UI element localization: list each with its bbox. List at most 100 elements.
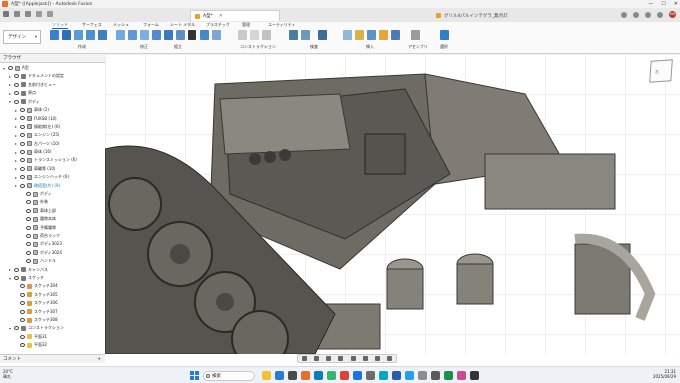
plane-at-angle-icon[interactable] [250, 30, 259, 40]
hole-icon[interactable] [86, 30, 95, 40]
visibility-eye-icon[interactable] [26, 200, 31, 205]
app-icon[interactable] [431, 371, 440, 380]
browser-tree-item[interactable]: ▸ エンジン (25) [0, 131, 59, 139]
visibility-eye-icon[interactable] [20, 343, 25, 348]
visibility-eye-icon[interactable] [26, 192, 31, 196]
browser-tree-item[interactable]: ▸ トランスミッション (6) [0, 156, 77, 164]
app-icon[interactable] [470, 371, 479, 380]
workspace-switcher[interactable]: デザイン ▾ [3, 30, 41, 44]
add-tab-icon[interactable] [621, 11, 627, 18]
measure-icon[interactable] [289, 30, 298, 40]
browser-tree-item[interactable]: ▾ コンストラクション [0, 324, 64, 332]
close-tab-icon[interactable]: ✕ [219, 14, 223, 19]
visibility-eye-icon[interactable] [20, 334, 25, 339]
offset-plane-icon[interactable] [238, 30, 247, 40]
edge-icon[interactable] [275, 371, 284, 380]
visibility-eye-icon[interactable] [20, 292, 25, 297]
browser-tree-item[interactable]: 予備履帯 [0, 224, 56, 232]
browser-tree-item[interactable]: 車体上部 [0, 207, 56, 215]
visibility-eye-icon[interactable] [14, 91, 19, 96]
visibility-eye-icon[interactable] [20, 318, 25, 322]
system-tray-clock[interactable]: 21:31 2025/09/29 [653, 369, 676, 379]
windows-start-icon[interactable] [190, 371, 199, 380]
insert-mcmaster-icon[interactable] [391, 30, 400, 40]
job-status-icon[interactable] [633, 11, 639, 18]
help-icon[interactable] [657, 11, 663, 18]
redo-icon[interactable] [47, 11, 53, 17]
add-comment-icon[interactable]: + [97, 357, 101, 362]
visibility-eye-icon[interactable] [14, 74, 19, 79]
app-icon[interactable] [379, 371, 388, 380]
browser-tree-item[interactable]: ボディ3024 [0, 249, 62, 257]
visibility-eye-icon[interactable] [26, 217, 31, 222]
new-component-icon[interactable] [176, 30, 185, 40]
browser-root[interactable]: ▾ A型 [0, 64, 29, 72]
group-assemble-label[interactable]: 組立 [174, 44, 182, 50]
look-at-icon[interactable] [313, 356, 319, 361]
app-icon[interactable] [366, 371, 375, 380]
grid-menu-icon[interactable] [3, 11, 9, 17]
visibility-eye-icon[interactable] [20, 124, 25, 129]
combine-icon[interactable] [164, 30, 173, 40]
file-explorer-icon[interactable] [262, 371, 271, 380]
visibility-eye-icon[interactable] [26, 234, 31, 238]
joint-icon[interactable] [200, 30, 209, 40]
visibility-eye-icon[interactable] [20, 183, 25, 188]
group-create-label[interactable]: 作成 [78, 44, 86, 50]
group-construct-label[interactable]: コンストラクション [240, 44, 276, 50]
browser-tree-item[interactable]: ▸ エンジンハッチ (6) [0, 173, 69, 181]
close-button[interactable]: ✕ [674, 0, 678, 8]
group-insert-label[interactable]: 挿入 [366, 44, 374, 50]
browser-tree-item[interactable]: スケッチ305 [0, 291, 58, 299]
section-analysis-icon[interactable] [318, 30, 327, 40]
browser-tree-item[interactable]: ▾ ボディ [0, 98, 40, 106]
group-inspect-label[interactable]: 検査 [310, 44, 318, 50]
browser-tree-item[interactable]: ▸ 車体 (2) [0, 106, 49, 114]
browser-tree-item[interactable]: ハンドル [0, 257, 56, 265]
file-icon[interactable] [14, 11, 20, 17]
browser-tree-item[interactable]: ▸ FUKSB (10) [0, 114, 57, 122]
weather-widget[interactable]: 20°C 晴れ [3, 369, 13, 379]
assembly-icon[interactable] [411, 30, 420, 40]
fusion-taskbar-icon[interactable] [301, 371, 310, 380]
fillet-icon[interactable] [128, 30, 137, 40]
tab-utilities[interactable]: ユーティリティ [268, 22, 296, 28]
extrude-icon[interactable] [62, 30, 71, 40]
browser-tree-item[interactable]: 平面32 [0, 341, 47, 349]
visibility-eye-icon[interactable] [26, 250, 31, 255]
tab-manage[interactable]: 管理 [242, 22, 250, 28]
browser-tree-item[interactable]: スケッチ306 [0, 299, 58, 307]
visibility-eye-icon[interactable] [8, 66, 13, 70]
visibility-eye-icon[interactable] [20, 284, 25, 289]
insert-mesh-icon[interactable] [367, 30, 376, 40]
visibility-eye-icon[interactable] [20, 116, 25, 121]
browser-tree-item[interactable]: ▾ スケッチ [0, 274, 44, 282]
visibility-eye-icon[interactable] [14, 276, 19, 280]
undo-icon[interactable] [36, 11, 42, 17]
chamfer-icon[interactable] [140, 30, 149, 40]
vehicle-model[interactable] [105, 54, 680, 354]
browser-tree-item[interactable]: スケッチ308 [0, 316, 58, 324]
app-icon[interactable] [340, 371, 349, 380]
browser-tree-item[interactable]: ボディ [0, 190, 52, 198]
visibility-eye-icon[interactable] [26, 208, 31, 213]
tab-solid[interactable]: ソリッド [52, 22, 68, 29]
tab-plastic[interactable]: プラスチック [206, 22, 230, 28]
taskbar-search[interactable]: 検索 [203, 371, 255, 381]
app-icon[interactable] [327, 371, 336, 380]
browser-tree-item[interactable]: ボディ3023 [0, 240, 62, 248]
tab-document-inactive[interactable]: グリル4パルインテグラ_無点灯 [432, 10, 527, 21]
create-sketch-icon[interactable] [50, 30, 59, 40]
app-icon[interactable] [405, 371, 414, 380]
browser-tree-item[interactable]: 平面31 [0, 333, 47, 341]
visibility-eye-icon[interactable] [20, 150, 25, 154]
browser-tree-item[interactable]: ▸ 操縦席(左) (6) [0, 123, 60, 131]
maximize-button[interactable]: ☐ [661, 0, 665, 8]
move-icon[interactable] [188, 30, 196, 40]
canvas-viewport[interactable]: 右 [105, 54, 680, 354]
visibility-eye-icon[interactable] [20, 166, 25, 171]
box-icon[interactable] [98, 30, 107, 40]
browser-tree-item[interactable]: 履帯本体 [0, 215, 56, 223]
tab-document-active[interactable]: A型* ✕ [190, 10, 280, 21]
mail-icon[interactable] [314, 371, 323, 380]
